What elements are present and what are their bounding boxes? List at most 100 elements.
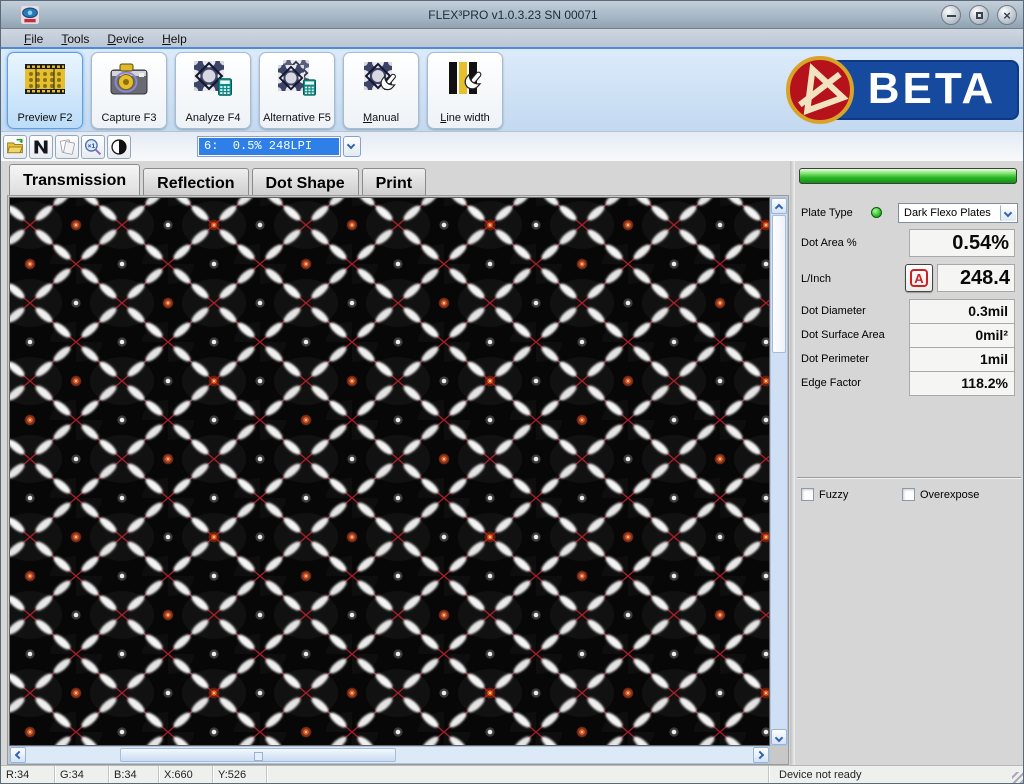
line-width-button[interactable]: Line width [427, 52, 503, 129]
dot-pattern-calculator-icon [194, 61, 232, 96]
plate-type-label: Plate Type [801, 207, 853, 219]
chevron-right-icon [755, 750, 765, 760]
chevron-left-icon [14, 750, 24, 760]
scroll-up-button[interactable] [771, 198, 787, 214]
menu-file[interactable]: File [15, 32, 52, 46]
vertical-scrollbar[interactable] [770, 197, 788, 746]
menu-tools[interactable]: Tools [52, 32, 98, 46]
contrast-icon [111, 139, 127, 155]
status-spacer [267, 766, 769, 783]
edge-factor-label: Edge Factor [801, 377, 861, 389]
scroll-left-button[interactable] [10, 747, 26, 763]
minimize-button[interactable] [941, 5, 961, 25]
title-bar: FLEX³PRO v1.0.3.23 SN 00071 × [1, 1, 1023, 29]
edge-factor-value: 118.2% [909, 371, 1015, 396]
status-green-value: G:34 [55, 766, 109, 783]
dot-perimeter-value: 1mil [909, 347, 1015, 372]
overexpose-label: Overexpose [920, 488, 980, 501]
open-file-button[interactable] [3, 135, 27, 159]
tab-print[interactable]: Print [361, 168, 427, 197]
scroll-right-button[interactable] [753, 747, 769, 763]
minimize-icon [947, 15, 956, 17]
plate-type-value: Dark Flexo Plates [904, 207, 991, 219]
exposure-level-bar [799, 168, 1017, 184]
status-led-icon [871, 207, 882, 218]
dot-perimeter-label: Dot Perimeter [801, 353, 869, 365]
chevron-down-icon [774, 733, 784, 743]
svg-text:×1: ×1 [88, 143, 96, 150]
filmstrip-icon [25, 64, 65, 94]
application-window: FLEX³PRO v1.0.3.23 SN 00071 × File Tools… [0, 0, 1024, 784]
capture-button[interactable]: Capture F3 [91, 52, 167, 129]
zoom-1to1-button[interactable]: ×1 [81, 135, 105, 159]
negative-mode-icon [34, 140, 48, 154]
auto-lpi-button[interactable]: A [905, 264, 933, 292]
menu-bar: File Tools Device Help [1, 30, 1023, 47]
device-status-message: Device not ready [769, 766, 1023, 783]
window-title: FLEX³PRO v1.0.3.23 SN 00071 [428, 8, 598, 22]
status-blue-value: B:34 [109, 766, 159, 783]
beta-logo: BETA [785, 55, 1019, 125]
toolbar-button-label: Line width [440, 112, 490, 124]
horizontal-scrollbar-thumb[interactable] [120, 748, 396, 762]
toolbar-button-label: Capture F3 [101, 112, 157, 124]
dot-diameter-value: 0.3mil [909, 299, 1015, 324]
status-x-coordinate: X:660 [159, 766, 213, 783]
menu-help[interactable]: Help [153, 32, 196, 46]
status-y-coordinate: Y:526 [213, 766, 267, 783]
copy-pages-button[interactable] [55, 135, 79, 159]
scroll-down-button[interactable] [771, 729, 787, 745]
preview-button[interactable]: Preview F2 [7, 52, 83, 129]
main-toolbar: Preview F2 Capture F3 Analyze F4 Alterna… [1, 47, 1023, 131]
tab-transmission[interactable]: Transmission [9, 164, 141, 196]
fuzzy-label: Fuzzy [819, 488, 849, 501]
pages-icon [60, 139, 75, 155]
dot-diameter-label: Dot Diameter [801, 305, 866, 317]
open-folder-icon [7, 138, 24, 154]
contrast-button[interactable] [107, 135, 131, 159]
camera-icon [110, 63, 148, 95]
horizontal-scrollbar[interactable] [9, 746, 770, 764]
measurement-select[interactable]: 6: 0.5% 248LPI [197, 136, 341, 157]
maximize-button[interactable] [969, 5, 989, 25]
lpi-label: L/Inch [801, 273, 831, 285]
menu-device[interactable]: Device [98, 32, 153, 46]
chevron-up-icon [774, 203, 784, 213]
close-icon: × [1003, 8, 1011, 23]
zoom-1to1-icon: ×1 [84, 138, 102, 156]
vertical-scrollbar-thumb[interactable] [772, 215, 786, 353]
analyze-button[interactable]: Analyze F4 [175, 52, 251, 129]
manual-button[interactable]: Manual [343, 52, 419, 129]
toolbar-button-label: Manual [362, 112, 400, 124]
status-bar: R:34 G:34 B:34 X:660 Y:526 Device not re… [1, 765, 1023, 783]
alternative-button[interactable]: Alternative F5 [259, 52, 335, 129]
tab-dot-shape[interactable]: Dot Shape [251, 168, 359, 197]
dot-pattern-stack-calculator-icon [278, 60, 316, 96]
quick-toolbar: ×1 6: 0.5% 248LPI [1, 131, 1023, 161]
dot-area-value: 0.54% [909, 229, 1015, 257]
maximize-icon [976, 12, 983, 19]
fuzzy-checkbox[interactable] [801, 488, 814, 501]
overexpose-checkbox[interactable] [902, 488, 915, 501]
close-button[interactable]: × [997, 5, 1017, 25]
plate-microscope-image[interactable] [9, 197, 770, 746]
chevron-down-icon [1003, 208, 1013, 218]
plate-type-select[interactable]: Dark Flexo Plates [898, 203, 1018, 223]
resize-grip[interactable] [1012, 772, 1023, 783]
toolbar-button-label: Alternative F5 [263, 112, 331, 124]
auto-lpi-icon: A [910, 269, 928, 287]
negative-mode-button[interactable] [29, 135, 53, 159]
chevron-down-icon [346, 140, 356, 150]
line-width-hand-icon [449, 62, 487, 94]
tab-reflection[interactable]: Reflection [143, 168, 249, 197]
status-red-value: R:34 [1, 766, 55, 783]
lpi-value: 248.4 [937, 264, 1015, 292]
dot-area-label: Dot Area % [801, 237, 857, 249]
toolbar-button-label: Analyze F4 [185, 112, 241, 124]
plate-type-caret-button[interactable] [1000, 205, 1016, 221]
overexpose-option: Overexpose [902, 488, 979, 501]
dot-surface-area-label: Dot Surface Area [801, 329, 885, 341]
dot-pattern-hand-icon [364, 62, 401, 94]
measurement-select-caret-button[interactable] [343, 136, 361, 157]
fuzzy-option: Fuzzy [801, 488, 848, 501]
